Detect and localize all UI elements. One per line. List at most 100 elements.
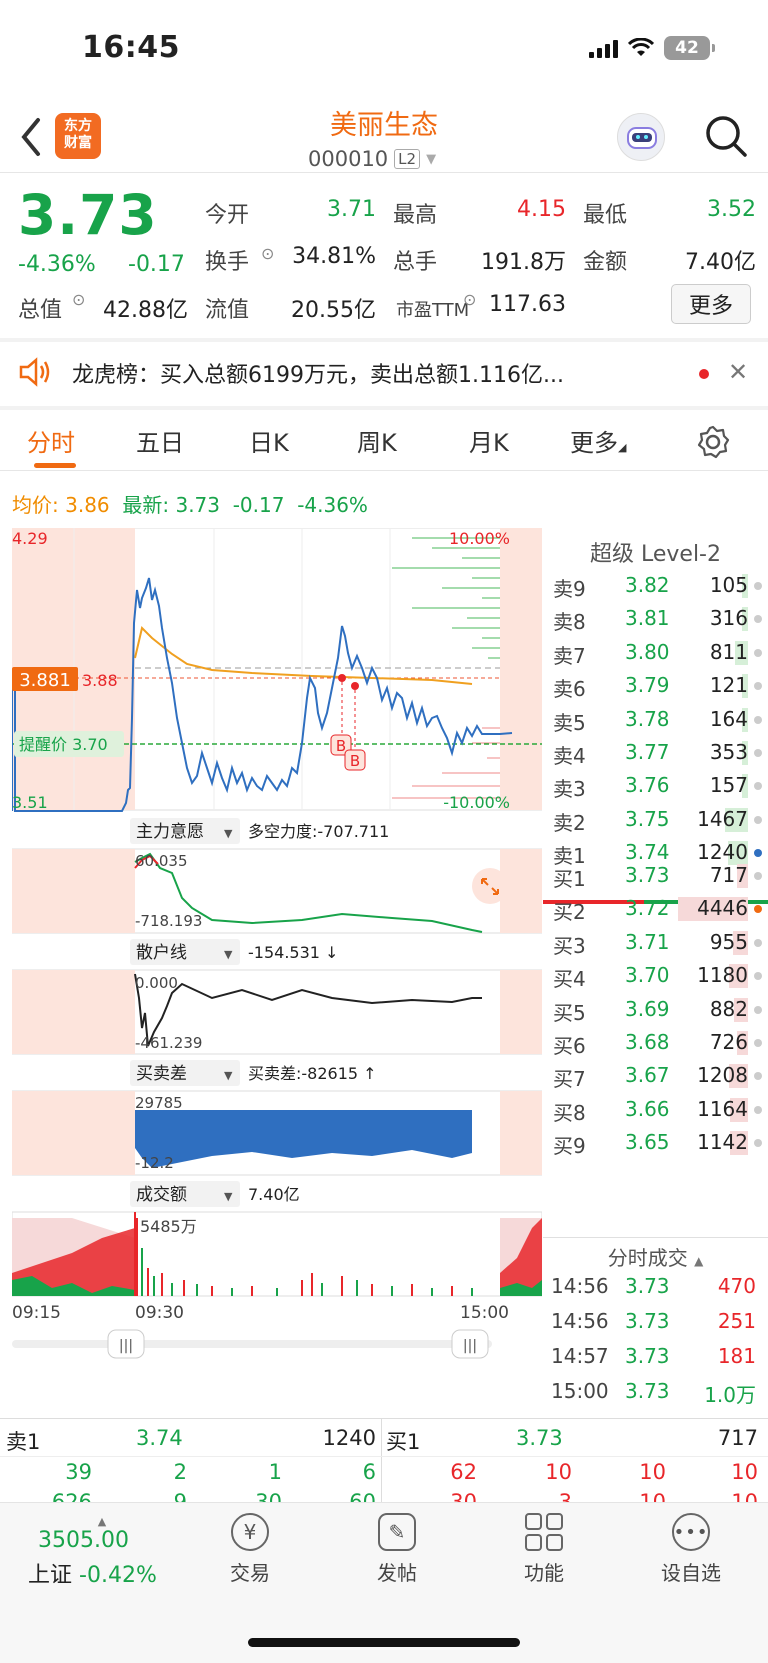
sell1-label: 卖1 <box>6 1430 41 1454</box>
bid-level-label: 买5 <box>553 1000 586 1025</box>
amount-label: 金额 <box>583 250 628 275</box>
ask-row[interactable]: 卖2 3.75 1467 <box>543 802 768 836</box>
divider <box>0 172 768 173</box>
tick-volume: 470 <box>717 1274 756 1298</box>
nav-functions[interactable]: 功能 <box>494 1513 594 1586</box>
tab-weekly-k[interactable]: 周K <box>357 423 397 458</box>
indicator4-name[interactable]: 成交额 <box>136 1185 187 1205</box>
battery-icon: 42 <box>664 36 715 60</box>
info-icon[interactable]: ⊙ <box>72 290 85 309</box>
status-dot <box>754 849 762 858</box>
bid-row[interactable]: 买5 3.69 882 <box>543 992 768 1026</box>
status-dot <box>754 1005 762 1014</box>
tab-intraday[interactable]: 分时 <box>27 423 75 458</box>
tick-time: 14:57 <box>551 1344 609 1368</box>
ask-row[interactable]: 卖5 3.78 164 <box>543 702 768 736</box>
robot-assistant-icon[interactable] <box>617 113 665 161</box>
caret-up-icon: ▲ <box>694 1254 704 1268</box>
indicator1-name[interactable]: 主力意愿 <box>136 822 204 842</box>
indicator2-value: -154.531 ↓ <box>248 943 338 962</box>
bid-row[interactable]: 买1 3.73 717 <box>543 858 768 892</box>
order-book-title[interactable]: 超级 Level-2 <box>543 536 768 568</box>
indicator3-value: 买卖差:-82615 ↑ <box>248 1064 377 1083</box>
current-price: 3.73 <box>18 183 158 247</box>
index-change: -0.42% <box>79 1563 157 1588</box>
volume-label: 总手 <box>393 250 438 275</box>
time-range-track[interactable] <box>12 1340 492 1348</box>
speaker-icon <box>19 357 50 387</box>
cursor-price-label: 3.881 <box>19 670 71 691</box>
alert-price-label[interactable]: 提醒价 3.70 <box>19 735 108 754</box>
ask-level-label: 卖8 <box>553 610 586 635</box>
svg-text:|||: ||| <box>463 1338 477 1354</box>
ask-row[interactable]: 卖9 3.82 105 <box>543 568 768 602</box>
bid-row[interactable]: 买6 3.68 726 <box>543 1025 768 1059</box>
buy1-price: 3.73 <box>516 1426 563 1450</box>
nav-trade[interactable]: ¥ 交易 <box>200 1513 300 1586</box>
index-value: 3505.00 <box>38 1528 129 1553</box>
ask-row[interactable]: 卖7 3.80 811 <box>543 635 768 669</box>
tick-time: 14:56 <box>551 1309 609 1333</box>
tick-price: 3.73 <box>625 1309 670 1333</box>
level2-queue-table: 卖1 3.74 1240 买1 3.73 717 39 2 1 6 62 10 … <box>0 1418 768 1502</box>
sell-queue-cell: 9 <box>173 1490 187 1502</box>
tick-volume: 251 <box>717 1309 756 1333</box>
indicator2-name[interactable]: 散户线 <box>136 943 187 963</box>
bid-row[interactable]: 买8 3.66 1164 <box>543 1092 768 1126</box>
status-dot <box>754 938 762 947</box>
sell-queue-cell: 2 <box>173 1460 187 1484</box>
settings-icon[interactable] <box>696 425 730 459</box>
ask-row[interactable]: 卖6 3.79 121 <box>543 668 768 702</box>
indicator2-bottom: -461.239 <box>135 1034 202 1052</box>
bid-volume: 1164 <box>697 1096 748 1121</box>
tab-five-day[interactable]: 五日 <box>136 423 184 458</box>
home-indicator <box>248 1638 520 1647</box>
bid-level-label: 买6 <box>553 1034 586 1058</box>
indicator3-top: 29785 <box>135 1094 183 1112</box>
index-ticker[interactable]: ▲ 3505.00 上证 -0.42% <box>22 1515 182 1589</box>
info-icon[interactable]: ⊙ <box>261 244 274 263</box>
stock-code-selector[interactable]: 000010 L2 ▼ <box>308 147 436 171</box>
status-dot <box>754 972 762 981</box>
ask-volume: 157 <box>709 773 748 798</box>
bid-row[interactable]: 买3 3.71 955 <box>543 925 768 959</box>
tab-daily-k[interactable]: 日K <box>249 423 289 458</box>
tick-volume: 181 <box>717 1344 756 1368</box>
ask-row[interactable]: 卖4 3.77 353 <box>543 735 768 769</box>
nav-add-watchlist[interactable]: ••• 设自选 <box>641 1513 741 1586</box>
notice-text[interactable]: 龙虎榜：买入总额6199万元，卖出总额1.116亿... <box>72 357 564 389</box>
status-dot <box>754 872 762 880</box>
nav-post-label: 发帖 <box>377 1561 417 1585</box>
status-dot <box>754 1105 762 1114</box>
bid-row[interactable]: 买4 3.70 1180 <box>543 958 768 992</box>
close-icon[interactable]: ✕ <box>728 358 748 386</box>
ask-level-label: 卖6 <box>553 677 586 702</box>
status-dot <box>754 1072 762 1081</box>
ask-row[interactable]: 卖8 3.81 316 <box>543 601 768 635</box>
tab-more[interactable]: 更多◢ <box>570 423 626 458</box>
bid-price: 3.70 <box>625 963 670 988</box>
sell-queue-cell: 30 <box>255 1490 282 1502</box>
ask-price: 3.78 <box>625 706 670 731</box>
time-label-start: 09:15 <box>12 1303 61 1323</box>
float-cap-value: 20.55亿 <box>291 298 376 323</box>
ask-row[interactable]: 卖3 3.76 157 <box>543 768 768 802</box>
intraday-chart[interactable]: B B 4.29 10.00% 3.51 -10.00% 3.881 3.88 … <box>12 528 542 1368</box>
bid-volume: 1142 <box>697 1130 748 1155</box>
status-dot <box>754 782 762 791</box>
more-button[interactable]: 更多 <box>671 284 751 324</box>
open-value: 3.71 <box>327 197 376 222</box>
ticks-title[interactable]: 分时成交 ▲ <box>543 1242 768 1271</box>
tab-monthly-k[interactable]: 月K <box>469 423 509 458</box>
indicator3-name[interactable]: 买卖差 <box>136 1064 187 1084</box>
bid-row[interactable]: 买7 3.67 1208 <box>543 1058 768 1092</box>
bid-volume: 717 <box>709 863 748 887</box>
bid-row[interactable]: 买2 3.72 4446 <box>543 891 768 925</box>
nav-add-watchlist-label: 设自选 <box>661 1561 721 1585</box>
bid-row[interactable]: 买9 3.65 1142 <box>543 1125 768 1159</box>
ask-level-label: 卖7 <box>553 643 586 668</box>
ask-price: 3.75 <box>625 806 670 831</box>
search-icon[interactable] <box>703 113 749 159</box>
nav-post[interactable]: ✎ 发帖 <box>347 1513 447 1586</box>
svg-text:▼: ▼ <box>224 948 233 961</box>
